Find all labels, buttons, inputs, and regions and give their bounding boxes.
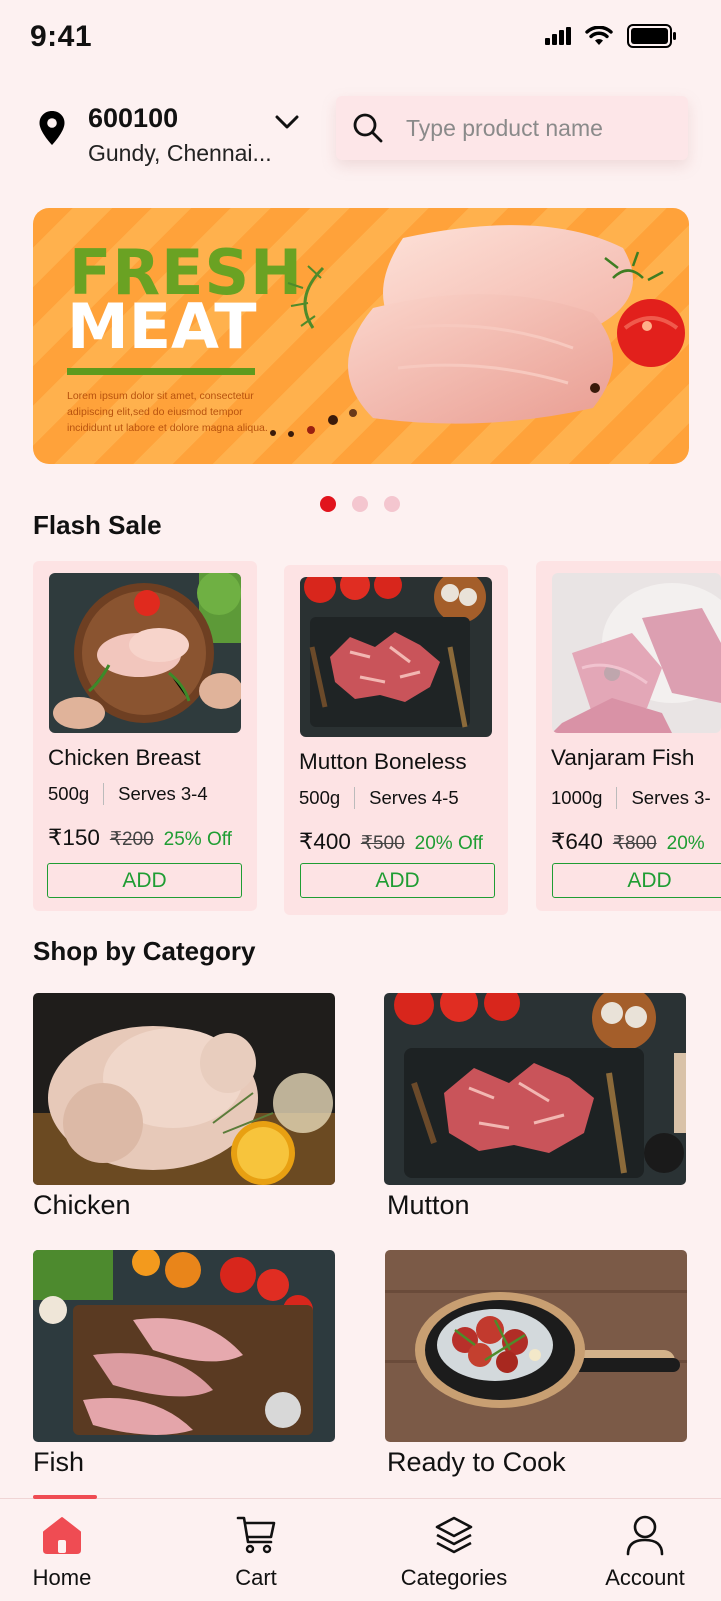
price-original: ₹200 [109, 829, 154, 850]
product-weight: 500g [299, 787, 341, 808]
flash-sale-card[interactable]: Vanjaram Fish 1000g Serves 3- ₹640 ₹800 … [536, 561, 721, 911]
category-label-fish[interactable]: Fish [33, 1447, 84, 1478]
search-input[interactable] [406, 110, 676, 146]
nav-home[interactable]: Home [0, 1513, 127, 1599]
product-name: Chicken Breast [48, 745, 201, 770]
nav-label-cart: Cart [235, 1565, 277, 1590]
product-serves: Serves 3- [631, 787, 711, 808]
layers-icon [435, 1516, 473, 1554]
product-price-row: ₹150 ₹200 25% Off [48, 825, 232, 851]
category-label-chicken[interactable]: Chicken [33, 1190, 131, 1221]
nav-label-categories: Categories [400, 1565, 508, 1590]
shop-by-category-title: Shop by Category [33, 936, 256, 966]
price-discount: 25% Off [163, 829, 232, 850]
product-name: Vanjaram Fish [551, 745, 695, 770]
carousel-indicator [320, 496, 400, 512]
price-discount: 20% [666, 833, 705, 854]
nav-account[interactable]: Account [580, 1513, 710, 1599]
active-tab-indicator [33, 1495, 97, 1499]
carousel-dot-3[interactable] [384, 496, 400, 512]
status-time: 9:41 [30, 20, 93, 53]
price-current: ₹640 [551, 829, 603, 854]
category-image-mutton[interactable] [384, 993, 686, 1185]
home-icon [43, 1517, 81, 1554]
nav-label-account: Account [605, 1565, 685, 1590]
location-selector[interactable]: 600100 Gundy, Chennai... [36, 100, 306, 170]
location-area: Gundy, Chennai... [88, 140, 272, 166]
meta-divider [103, 783, 105, 805]
add-to-cart-button[interactable]: ADD [552, 863, 721, 898]
category-label-ready-to-cook[interactable]: Ready to Cook [387, 1447, 566, 1478]
product-name: Mutton Boneless [299, 749, 467, 774]
price-current: ₹400 [299, 829, 351, 854]
category-label-mutton[interactable]: Mutton [387, 1190, 470, 1221]
product-meta: 1000g Serves 3- [551, 787, 711, 809]
add-to-cart-button[interactable]: ADD [300, 863, 495, 898]
nav-cart[interactable]: Cart [191, 1513, 321, 1599]
status-icons [545, 24, 677, 48]
bottom-navigation: Home Cart Categories Account [0, 1495, 721, 1601]
carousel-dot-1[interactable] [320, 496, 336, 512]
price-original: ₹800 [612, 833, 657, 854]
category-image-chicken[interactable] [33, 993, 335, 1185]
product-price-row: ₹400 ₹500 20% Off [299, 829, 483, 855]
nav-categories[interactable]: Categories [389, 1513, 519, 1599]
price-original: ₹500 [360, 833, 405, 854]
flash-sale-card[interactable]: Mutton Boneless 500g Serves 4-5 ₹400 ₹50… [284, 565, 508, 915]
product-meta: 500g Serves 3-4 [48, 783, 208, 805]
flash-sale-card[interactable]: Chicken Breast 500g Serves 3-4 ₹150 ₹200… [33, 561, 257, 911]
product-price-row: ₹640 ₹800 20% [551, 829, 705, 855]
category-image-fish[interactable] [33, 1250, 335, 1442]
cart-icon [236, 1516, 276, 1554]
price-discount: 20% Off [414, 833, 483, 854]
category-image-ready-to-cook[interactable] [385, 1250, 687, 1442]
product-image-chicken-breast [49, 573, 241, 733]
chevron-down-icon[interactable] [274, 114, 300, 130]
product-weight: 500g [48, 783, 90, 804]
meta-divider [616, 787, 618, 809]
battery-icon [627, 24, 676, 48]
product-meta: 500g Serves 4-5 [299, 787, 459, 809]
product-image-mutton-boneless [300, 577, 492, 737]
location-pin-icon [39, 111, 65, 145]
banner-underline [67, 368, 255, 375]
meta-divider [354, 787, 356, 809]
wifi-icon [585, 26, 613, 45]
nav-label-home: Home [32, 1565, 92, 1590]
promo-banner[interactable]: FRESH MEAT Lorem ipsum dolor sit amet, c… [33, 208, 689, 464]
product-weight: 1000g [551, 787, 603, 808]
search-icon [353, 113, 383, 143]
chicken-breast-illustration [270, 225, 685, 437]
carousel-dot-2[interactable] [352, 496, 368, 512]
price-current: ₹150 [48, 825, 100, 850]
status-bar: 9:41 [0, 0, 721, 80]
location-pincode: 600100 [88, 103, 179, 133]
user-icon [626, 1515, 664, 1556]
product-serves: Serves 4-5 [369, 787, 459, 808]
signal-icon [545, 27, 571, 45]
banner-title-line2: MEAT [67, 290, 257, 363]
product-serves: Serves 3-4 [118, 783, 208, 804]
flash-sale-title: Flash Sale [33, 510, 162, 540]
product-image-vanjaram-fish [552, 573, 721, 733]
add-to-cart-button[interactable]: ADD [47, 863, 242, 898]
search-bar[interactable] [336, 96, 688, 160]
